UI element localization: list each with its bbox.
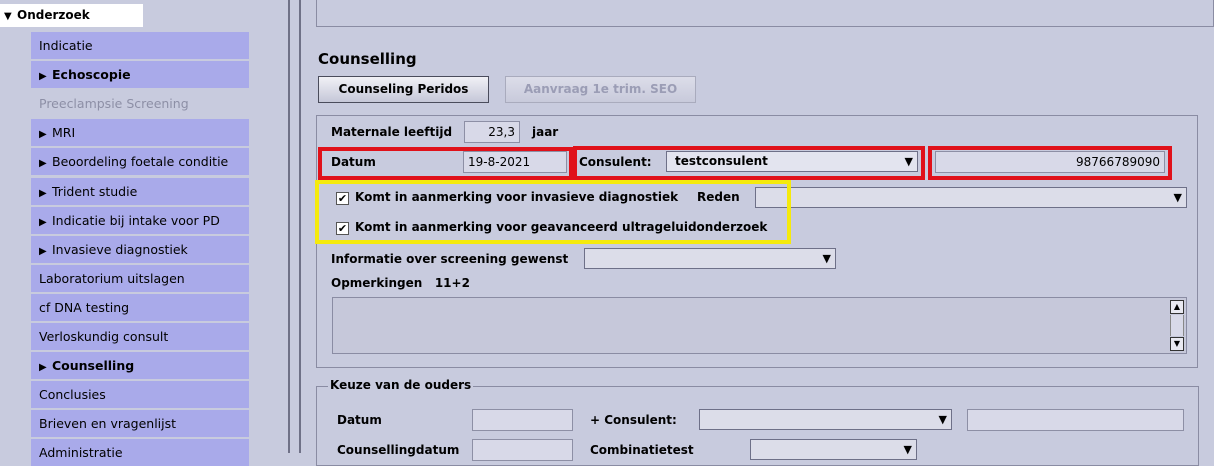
sidebar-item-label: Counselling — [52, 358, 135, 373]
sidebar-item-label: Indicatie bij intake voor PD — [52, 213, 220, 228]
scrollbar-track[interactable] — [1170, 315, 1184, 336]
chevron-down-icon: ▼ — [822, 252, 831, 265]
sidebar-item-label: Preeclampsie Screening — [39, 96, 189, 111]
sidebar-item-trident-studie[interactable]: ▶ Trident studie — [31, 178, 249, 205]
keuze-code-field — [967, 409, 1184, 431]
divider — [288, 0, 290, 453]
keuze-consulent-dropdown[interactable]: ▼ — [699, 409, 952, 430]
section-title: Counselling — [318, 50, 417, 68]
divider — [299, 0, 301, 453]
maternale-leeftijd-field: 23,3 — [464, 121, 520, 143]
highlight-code — [928, 146, 1172, 180]
informatie-label: Informatie over screening gewenst — [331, 252, 569, 266]
opmerkingen-value: 11+2 — [434, 276, 470, 290]
highlight-checkboxes — [315, 180, 791, 244]
sidebar-item-cf-dna-testing[interactable]: cf DNA testing — [31, 294, 249, 321]
chevron-down-icon: ▼ — [903, 443, 912, 456]
counsellingdatum-label: Counsellingdatum — [337, 443, 460, 457]
sidebar-item-label: cf DNA testing — [39, 300, 130, 315]
sidebar-item-label: Trident studie — [52, 184, 138, 199]
triangle-right-icon: ▶ — [39, 188, 47, 199]
sidebar-item-invasieve-diagnostiek[interactable]: ▶ Invasieve diagnostiek — [31, 236, 249, 263]
combinatietest-dropdown[interactable]: ▼ — [750, 439, 917, 460]
sidebar-item-label: Brieven en vragenlijst — [39, 416, 177, 431]
maternale-leeftijd-label: Maternale leeftijd — [331, 125, 453, 139]
sidebar-item-brieven-en-vragenlijst[interactable]: Brieven en vragenlijst — [31, 410, 249, 437]
sidebar-item-label: Laboratorium uitslagen — [39, 271, 185, 286]
sidebar-item-conclusies[interactable]: Conclusies — [31, 381, 249, 408]
triangle-right-icon: ▶ — [39, 71, 47, 82]
keuze-datum-label: Datum — [337, 413, 382, 427]
sidebar-item-label: Indicatie — [39, 38, 93, 53]
informatie-dropdown[interactable]: ▼ — [584, 248, 836, 269]
reden-dropdown[interactable]: ▼ — [755, 187, 1187, 208]
scroll-down-icon[interactable]: ▼ — [1170, 337, 1184, 351]
sidebar-item-preeclampsie-screening: Preeclampsie Screening — [31, 90, 249, 117]
scroll-up-icon[interactable]: ▲ — [1170, 300, 1184, 314]
triangle-right-icon: ▶ — [39, 158, 47, 169]
triangle-right-icon: ▶ — [39, 217, 47, 228]
keuze-legend: Keuze van de ouders — [328, 378, 474, 392]
triangle-down-icon: ▼ — [4, 11, 12, 22]
sidebar-item-laboratorium-uitslagen[interactable]: Laboratorium uitslagen — [31, 265, 249, 292]
sidebar-item-verloskundig-consult[interactable]: Verloskundig consult — [31, 323, 249, 350]
top-panel — [316, 0, 1214, 27]
counsellingdatum-field[interactable] — [472, 439, 573, 461]
opmerkingen-label: Opmerkingen 11+2 — [331, 276, 470, 290]
chevron-down-icon: ▼ — [938, 413, 947, 426]
sidebar-item-echoscopie[interactable]: ▶ Echoscopie — [31, 61, 249, 88]
sidebar-item-indicatie[interactable]: Indicatie — [31, 32, 249, 59]
opmerkingen-textarea[interactable]: ▲ ▼ — [332, 297, 1187, 354]
triangle-right-icon: ▶ — [39, 246, 47, 257]
highlight-consulent — [573, 146, 925, 180]
sidebar-item-beoordeling-foetale-conditie[interactable]: ▶ Beoordeling foetale conditie — [31, 148, 249, 175]
chevron-down-icon: ▼ — [1173, 191, 1182, 204]
jaar-label: jaar — [532, 125, 559, 139]
triangle-right-icon: ▶ — [39, 129, 47, 140]
highlight-datum — [318, 147, 573, 180]
sidebar-item-mri[interactable]: ▶ MRI — [31, 119, 249, 146]
sidebar-item-label: MRI — [52, 125, 76, 140]
sidebar-item-indicatie-bij-intake-voor-pd[interactable]: ▶ Indicatie bij intake voor PD — [31, 207, 249, 234]
sidebar-item-label: Invasieve diagnostiek — [52, 242, 188, 257]
sidebar-header-onderzoek[interactable]: ▼ Onderzoek — [0, 4, 143, 27]
counseling-peridos-button[interactable]: Counseling Peridos — [318, 76, 489, 103]
keuze-datum-field[interactable] — [472, 409, 573, 431]
combinatietest-label: Combinatietest — [590, 443, 694, 457]
sidebar-item-label: Conclusies — [39, 387, 106, 402]
sidebar-item-label: Echoscopie — [52, 67, 131, 82]
sidebar-item-counselling[interactable]: ▶ Counselling — [31, 352, 249, 379]
triangle-right-icon: ▶ — [39, 362, 47, 373]
sidebar-item-label: Verloskundig consult — [39, 329, 169, 344]
sidebar-item-label: Beoordeling foetale conditie — [52, 154, 229, 169]
aanvraag-seo-button: Aanvraag 1e trim. SEO — [505, 76, 696, 103]
keuze-consulent-label: + Consulent: — [590, 413, 677, 427]
